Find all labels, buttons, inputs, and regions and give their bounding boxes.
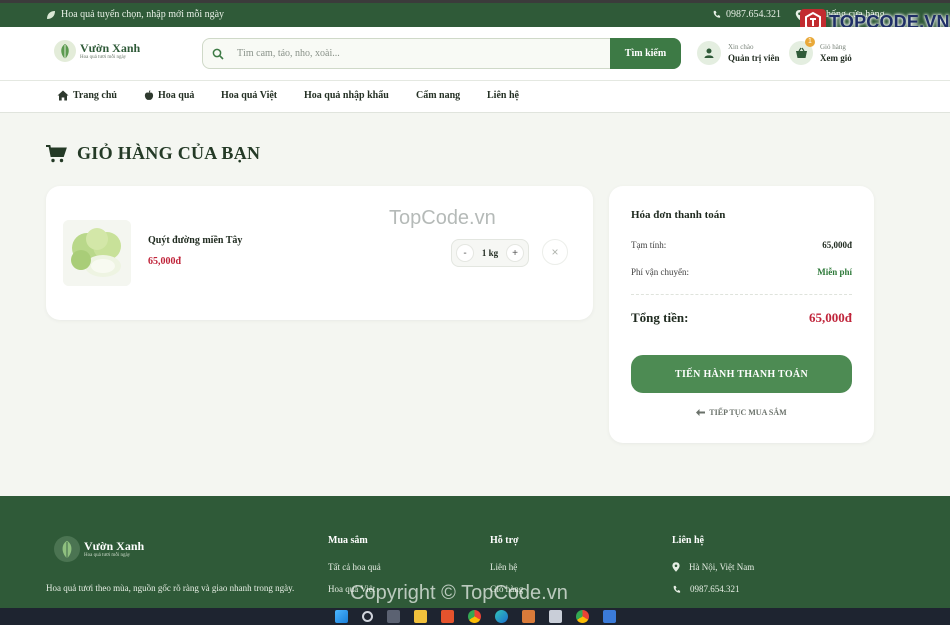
footer-logo[interactable]: Vườn Xanh Hoa quả tươi mỗi ngày xyxy=(54,536,144,562)
page-title-text: GIỎ HÀNG CỦA BẠN xyxy=(77,143,261,163)
remove-item-button[interactable]: × xyxy=(542,239,568,265)
search-button[interactable]: Tìm kiếm xyxy=(610,38,681,69)
header-cart[interactable]: 1 Giỏ hàng Xem giỏ xyxy=(789,37,852,65)
nav-guide-label: Cẩm nang xyxy=(416,90,461,101)
leaf-logo-icon xyxy=(54,40,76,62)
nav-home[interactable]: Trang chủ xyxy=(57,90,117,101)
phone-icon xyxy=(673,585,681,593)
footer-logo-name: Vườn Xanh xyxy=(84,538,145,553)
topbar-phone-text: 0987.654.321 xyxy=(726,9,781,20)
footer-address-text: Hà Nội, Việt Nam xyxy=(689,562,755,572)
subtotal-value: 65,000đ xyxy=(822,240,852,250)
nav-imported-fruits[interactable]: Hoa quả nhập khẩu xyxy=(304,90,389,101)
shipping-label: Phí vận chuyển: xyxy=(631,267,689,277)
watermark-center: TopCode.vn xyxy=(389,207,496,229)
search-input[interactable] xyxy=(237,48,597,59)
cart-items-card: Quýt đường miền Tây 65,000đ - 1 kg + × xyxy=(46,186,593,320)
user-icon xyxy=(697,41,721,65)
file-explorer-icon[interactable] xyxy=(413,610,427,623)
windows-start-icon[interactable] xyxy=(334,610,348,623)
cart-count-badge: 1 xyxy=(805,37,815,47)
footer-shop-title: Mua sắm xyxy=(328,535,368,546)
invoice-divider xyxy=(631,294,852,295)
footer-phone-text: 0987.654.321 xyxy=(690,584,740,594)
continue-shopping-label: TIẾP TỤC MUA SẮM xyxy=(709,408,787,417)
footer-leaf-logo-icon xyxy=(54,536,80,562)
quantity-value: 1 kg xyxy=(481,248,499,258)
topbar-phone[interactable]: 0987.654.321 xyxy=(712,9,781,20)
home-icon xyxy=(57,90,69,101)
search-bar: Tìm kiếm xyxy=(202,38,681,69)
nav-fruits[interactable]: Hoa quả xyxy=(144,90,194,101)
basket-icon: 1 xyxy=(789,37,815,65)
footer-contact-title: Liên hệ xyxy=(672,535,704,546)
phone-icon xyxy=(713,10,721,18)
account-menu[interactable]: Xin chào Quản trị viên xyxy=(697,41,780,65)
product-image xyxy=(63,220,131,286)
app-grid-icon[interactable] xyxy=(548,610,562,623)
total-value: 65,000đ xyxy=(809,310,852,325)
product-name[interactable]: Quýt đường miền Tây xyxy=(148,235,242,246)
checkout-button[interactable]: TIẾN HÀNH THANH TOÁN xyxy=(631,355,852,393)
search-icon[interactable] xyxy=(361,611,373,622)
nav-vietnam-fruits-label: Hoa quả Việt xyxy=(221,90,278,101)
task-view-icon[interactable] xyxy=(386,610,400,623)
product-price: 65,000đ xyxy=(148,256,182,267)
account-greeting: Xin chào xyxy=(728,43,754,51)
quantity-increase-button[interactable]: + xyxy=(505,244,524,262)
total-label: Tổng tiền: xyxy=(631,310,689,325)
nav-contact-label: Liên hệ xyxy=(487,90,519,101)
chrome-profile-icon[interactable] xyxy=(575,610,589,623)
subtotal-row: Tạm tính: 65,000đ xyxy=(631,240,852,250)
location-icon xyxy=(672,562,680,572)
nav-home-label: Trang chủ xyxy=(73,90,117,101)
subtotal-label: Tạm tính: xyxy=(631,240,667,250)
nav-vietnam-fruits[interactable]: Hoa quả Việt xyxy=(221,90,277,101)
app-icon[interactable] xyxy=(521,610,535,623)
footer-address: Hà Nội, Việt Nam xyxy=(672,562,754,572)
site-header: Vườn Xanh Hoa quả tươi mỗi ngày Tìm kiếm… xyxy=(0,27,950,81)
logo-name: Vườn Xanh xyxy=(80,40,141,55)
shipping-row: Phí vận chuyển: Miễn phí xyxy=(631,267,852,277)
search-icon xyxy=(212,48,224,60)
page-title: GIỎ HÀNG CỦA BẠN xyxy=(46,143,260,164)
footer-logo-tagline: Hoa quả tươi mỗi ngày xyxy=(84,552,131,558)
shopping-cart-icon xyxy=(46,144,67,162)
cart-action: Xem giỏ xyxy=(820,53,852,63)
footer-support-title: Hỗ trợ xyxy=(490,535,519,546)
watermark-copyright: Copyright © TopCode.vn xyxy=(350,582,568,604)
chrome-icon[interactable] xyxy=(467,610,481,623)
topbar-tagline: Hoa quả tuyển chọn, nhập mới mỗi ngày xyxy=(46,9,224,20)
account-name: Quản trị viên xyxy=(728,53,780,63)
arrow-left-icon xyxy=(696,409,706,416)
footer-link-contact[interactable]: Liên hệ xyxy=(490,562,517,572)
footer-description: Hoa quả tươi theo mùa, nguồn gốc rõ ràng… xyxy=(46,583,295,593)
topbar-tagline-text: Hoa quả tuyển chọn, nhập mới mỗi ngày xyxy=(61,9,225,20)
apple-icon xyxy=(144,90,154,100)
leaf-icon xyxy=(47,10,55,19)
cart-label: Giỏ hàng xyxy=(820,43,846,51)
quantity-decrease-button[interactable]: - xyxy=(456,244,474,262)
quantity-stepper: - 1 kg + xyxy=(451,239,529,267)
nav-fruits-label: Hoa quả xyxy=(158,90,195,101)
main-nav: Trang chủ Hoa quả Hoa quả Việt Hoa quả n… xyxy=(0,81,950,113)
site-logo[interactable]: Vườn Xanh Hoa quả tươi mỗi ngày xyxy=(54,40,140,62)
nav-guide[interactable]: Cẩm nang xyxy=(416,90,460,101)
brave-browser-icon[interactable] xyxy=(440,610,454,623)
invoice-card: Hóa đơn thanh toán Tạm tính: 65,000đ Phí… xyxy=(609,186,874,443)
notes-icon[interactable] xyxy=(602,610,616,623)
shipping-value: Miễn phí xyxy=(817,267,852,277)
footer-phone[interactable]: 0987.654.321 xyxy=(672,584,740,594)
footer-link-all-fruits[interactable]: Tất cả hoa quả xyxy=(328,562,381,572)
continue-shopping-link[interactable]: TIẾP TỤC MUA SẮM xyxy=(631,408,852,417)
os-taskbar xyxy=(0,608,950,625)
total-row: Tổng tiền: 65,000đ xyxy=(631,310,852,326)
nav-contact[interactable]: Liên hệ xyxy=(487,90,519,101)
edge-icon[interactable] xyxy=(494,610,508,623)
invoice-title: Hóa đơn thanh toán xyxy=(631,209,726,221)
logo-tagline: Hoa quả tươi mỗi ngày xyxy=(80,54,127,60)
nav-imported-fruits-label: Hoa quả nhập khẩu xyxy=(304,90,389,101)
